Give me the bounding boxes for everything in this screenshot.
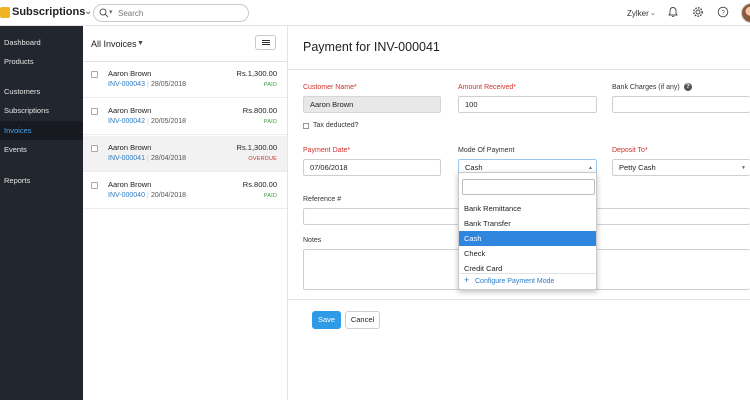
page-title: Payment for INV-000041 bbox=[303, 40, 440, 54]
separator: | bbox=[147, 192, 149, 199]
org-name[interactable]: Zylker bbox=[627, 9, 649, 18]
status-badge: PAID bbox=[263, 193, 277, 199]
invoice-number-link[interactable]: INV-000040 bbox=[108, 192, 145, 199]
invoice-customer: Aaron Brown bbox=[108, 180, 152, 189]
invoice-number-link[interactable]: INV-000042 bbox=[108, 118, 145, 125]
org-chevron-down-icon[interactable]: ⌄ bbox=[650, 9, 656, 17]
reference-label: Reference # bbox=[303, 196, 342, 203]
divider bbox=[288, 69, 750, 70]
hamburger-icon-bar bbox=[262, 40, 270, 41]
help-icon[interactable]: ? bbox=[717, 6, 729, 18]
invoice-amount: Rs.1,300.00 bbox=[236, 143, 277, 152]
sidebar: Dashboard Products Customers Subscriptio… bbox=[0, 26, 83, 400]
tax-deducted-label: Tax deducted? bbox=[313, 122, 359, 129]
row-checkbox[interactable] bbox=[91, 108, 98, 115]
dropdown-search-input[interactable] bbox=[462, 179, 595, 195]
sidebar-item-invoices[interactable]: Invoices bbox=[0, 121, 83, 140]
dropdown-option[interactable]: Bank Transfer bbox=[459, 216, 596, 231]
amount-received-input[interactable]: 100 bbox=[458, 96, 597, 113]
bank-charges-label: Bank Charges (if any) bbox=[612, 84, 680, 91]
cancel-button[interactable]: Cancel bbox=[345, 311, 380, 329]
invoice-row[interactable]: Aaron Brown INV-000043 | 28/05/2018 Rs.1… bbox=[83, 62, 287, 98]
chevron-down-icon[interactable]: ⌄ bbox=[84, 6, 92, 17]
row-checkbox[interactable] bbox=[91, 145, 98, 152]
invoice-date: 28/05/2018 bbox=[151, 81, 187, 88]
bell-icon[interactable] bbox=[667, 6, 679, 18]
sidebar-item-products[interactable]: Products bbox=[0, 52, 83, 71]
app-logo-icon bbox=[0, 7, 10, 18]
save-button[interactable]: Save bbox=[312, 311, 341, 329]
divider bbox=[459, 273, 596, 274]
status-badge: OVERDUE bbox=[248, 156, 277, 162]
caret-down-icon[interactable]: ▼ bbox=[741, 165, 746, 171]
gear-icon[interactable] bbox=[692, 6, 704, 18]
payment-date-label: Payment Date* bbox=[303, 147, 351, 154]
invoice-number-link[interactable]: INV-000041 bbox=[108, 155, 145, 162]
app-title[interactable]: Subscriptions bbox=[12, 6, 85, 18]
sidebar-item-dashboard[interactable]: Dashboard bbox=[0, 33, 83, 52]
invoice-customer: Aaron Brown bbox=[108, 69, 152, 78]
help-circle-icon[interactable]: ? bbox=[684, 83, 692, 91]
dropdown-option[interactable]: Check bbox=[459, 246, 596, 261]
invoice-date: 20/05/2018 bbox=[151, 118, 187, 125]
search-icon bbox=[99, 8, 109, 18]
sidebar-item-reports[interactable]: Reports bbox=[0, 171, 83, 190]
search-box[interactable]: ▾ bbox=[93, 4, 249, 22]
avatar[interactable] bbox=[741, 3, 750, 23]
search-filter-caret-icon[interactable]: ▾ bbox=[109, 8, 113, 16]
caret-up-icon[interactable]: ▲ bbox=[588, 165, 593, 171]
tax-deducted-checkbox[interactable] bbox=[303, 123, 309, 129]
list-view-caret-icon[interactable]: ▼ bbox=[137, 40, 144, 47]
customer-name-label: Customer Name* bbox=[303, 84, 357, 91]
list-menu-button[interactable] bbox=[255, 35, 276, 50]
hamburger-icon-bar bbox=[262, 42, 270, 43]
row-checkbox[interactable] bbox=[91, 71, 98, 78]
payment-mode-dropdown: Bank Remittance Bank Transfer Cash Check… bbox=[458, 172, 597, 290]
payment-date-input[interactable]: 07/06/2018 bbox=[303, 159, 441, 176]
amount-received-label: Amount Received* bbox=[458, 84, 516, 91]
list-view-selector[interactable]: All Invoices bbox=[91, 39, 137, 49]
svg-text:?: ? bbox=[721, 9, 725, 16]
plus-icon[interactable]: + bbox=[464, 275, 469, 285]
invoice-date: 28/04/2018 bbox=[151, 155, 187, 162]
invoice-list-panel: All Invoices ▼ Aaron Brown INV-000043 | … bbox=[83, 26, 288, 400]
deposit-to-select[interactable]: Petty Cash bbox=[612, 159, 750, 176]
sidebar-item-customers[interactable]: Customers bbox=[0, 82, 83, 101]
separator: | bbox=[147, 155, 149, 162]
notes-label: Notes bbox=[303, 237, 322, 244]
bank-charges-input[interactable] bbox=[612, 96, 750, 113]
dropdown-option[interactable]: Bank Remittance bbox=[459, 201, 596, 216]
invoice-row[interactable]: Aaron Brown INV-000040 | 20/04/2018 Rs.8… bbox=[83, 173, 287, 209]
invoice-number-link[interactable]: INV-000043 bbox=[108, 81, 145, 88]
sidebar-item-events[interactable]: Events bbox=[0, 140, 83, 159]
invoice-row[interactable]: Aaron Brown INV-000042 | 20/05/2018 Rs.8… bbox=[83, 99, 287, 135]
hamburger-icon-bar bbox=[262, 44, 270, 45]
separator: | bbox=[147, 81, 149, 88]
status-badge: PAID bbox=[263, 119, 277, 125]
invoice-row-selected[interactable]: Aaron Brown INV-000041 | 28/04/2018 Rs.1… bbox=[83, 136, 287, 172]
deposit-to-label: Deposit To* bbox=[612, 147, 648, 154]
invoice-amount: Rs.1,300.00 bbox=[236, 69, 277, 78]
row-checkbox[interactable] bbox=[91, 182, 98, 189]
invoice-date: 20/04/2018 bbox=[151, 192, 187, 199]
status-badge: PAID bbox=[263, 82, 277, 88]
top-bar: Subscriptions ⌄ ▾ Zylker ⌄ ? bbox=[0, 0, 750, 26]
separator: | bbox=[147, 118, 149, 125]
mode-of-payment-label: Mode Of Payment bbox=[458, 147, 515, 154]
invoice-customer: Aaron Brown bbox=[108, 143, 152, 152]
invoice-amount: Rs.800.00 bbox=[242, 180, 277, 189]
dropdown-option-selected[interactable]: Cash bbox=[459, 231, 596, 246]
divider bbox=[288, 299, 750, 300]
sidebar-item-subscriptions[interactable]: Subscriptions bbox=[0, 101, 83, 120]
search-input[interactable] bbox=[118, 7, 238, 19]
configure-payment-mode-link[interactable]: Configure Payment Mode bbox=[475, 278, 554, 285]
customer-name-field: Aaron Brown bbox=[303, 96, 441, 113]
invoice-customer: Aaron Brown bbox=[108, 106, 152, 115]
invoice-amount: Rs.800.00 bbox=[242, 106, 277, 115]
